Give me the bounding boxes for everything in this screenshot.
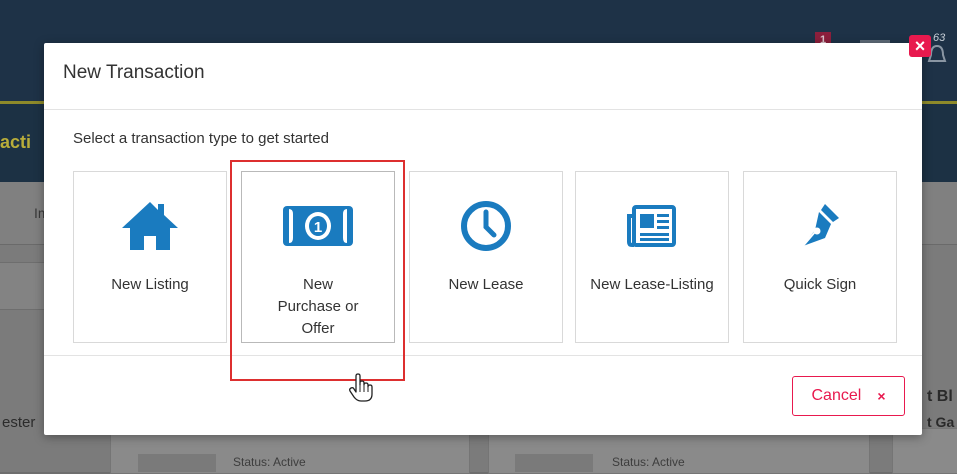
card-thumbnail [515,454,593,472]
tile-new-listing[interactable]: New Listing [73,171,227,343]
card-thumbnail [138,454,216,472]
filter-row [0,262,45,310]
tile-new-lease-listing[interactable]: New Lease-Listing [575,171,729,343]
close-icon: × [877,388,886,404]
modal-close-button[interactable]: × [909,35,931,57]
tile-label: Quick Sign [783,276,857,293]
modal-title: New Transaction [63,62,205,83]
card-title-partial: t Bl [927,388,953,405]
home-icon [74,198,226,254]
card-status: Status: Active [612,455,685,469]
card-status: Status: Active [233,455,306,469]
newspaper-icon [576,198,728,254]
tile-new-lease[interactable]: New Lease [409,171,563,343]
tile-label: New Lease-Listing [590,276,714,293]
hand-pointer-icon [349,373,373,402]
alert-count: 63 [933,32,946,44]
new-transaction-modal: New Transaction Select a transaction typ… [44,43,922,435]
clock-icon [410,198,562,254]
modal-subtitle: Select a transaction type to get started [73,130,329,147]
card-title-partial: ester [2,414,36,431]
cancel-label: Cancel [811,387,862,404]
pen-nib-icon [744,198,896,254]
tile-label: New Lease [448,276,524,293]
highlight-annotation [230,160,405,381]
nav-item-partial: acti [0,132,32,152]
tile-label: New Listing [111,276,189,293]
modal-header-divider [44,109,922,110]
cancel-button[interactable]: Cancel × [792,376,905,416]
modal-footer-divider [44,355,922,356]
tile-quick-sign[interactable]: Quick Sign [743,171,897,343]
